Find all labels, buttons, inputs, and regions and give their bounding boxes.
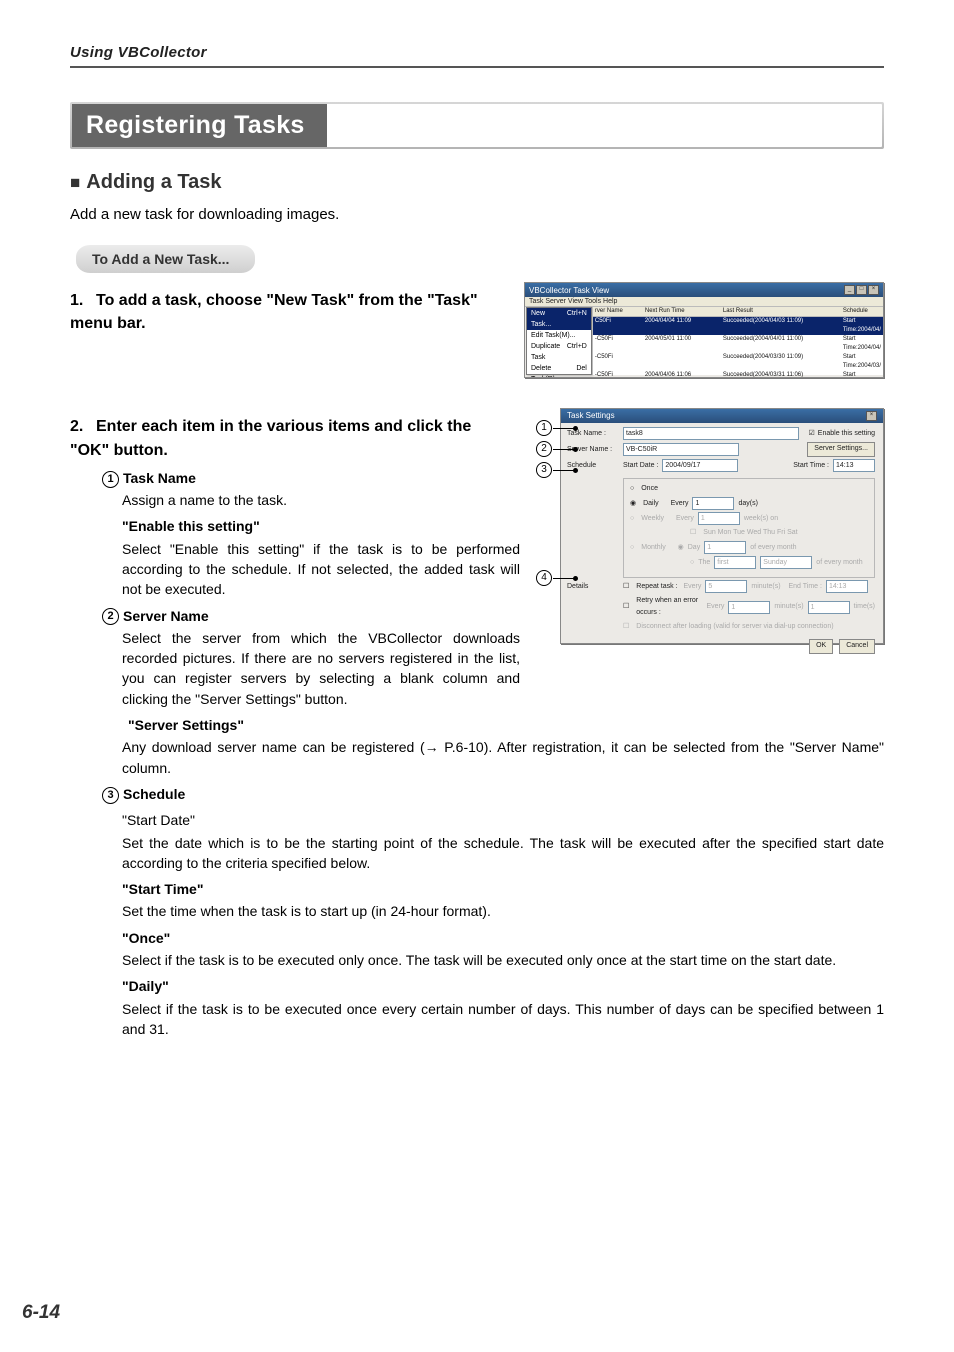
schedule-starttime-para: Set the time when the task is to start u… (122, 901, 884, 921)
menu-item-new-task[interactable]: New Task...Ctrl+N (527, 308, 591, 330)
callout-1-icon: 1 (536, 420, 552, 436)
header-band: Using VBCollector (70, 44, 884, 68)
start-date-label: Start Date : (623, 460, 658, 472)
schedule-daily-para: Select if the task is to be executed onc… (122, 999, 884, 1040)
weekly-radio[interactable]: ○ (630, 513, 634, 525)
close-icon: × (866, 411, 877, 421)
window-title: VBCollector Task View (529, 286, 609, 295)
callout-3-icon: 3 (536, 462, 552, 478)
start-date-input[interactable]: 2004/09/17 (662, 459, 738, 472)
circled-1-icon: 1 (102, 471, 119, 488)
page-number: 6-14 (22, 1302, 60, 1324)
enable-setting-checkbox[interactable]: ☑Enable this setting (809, 428, 875, 440)
task-name-input[interactable]: task8 (623, 427, 799, 440)
step-1-text: 1.To add a task, choose "New Task" from … (70, 289, 500, 335)
server-settings-button[interactable]: Server Settings... (807, 442, 875, 457)
list-row[interactable]: C50Fi2004/04/04 11:09Succeeded(2004/04/0… (593, 317, 883, 335)
schedule-starttime-sub: "Start Time" (122, 879, 884, 899)
callout-4-icon: 4 (536, 570, 552, 586)
minimize-icon: _ (844, 285, 855, 295)
daily-radio[interactable]: ◉ (630, 498, 636, 510)
recurrence-group: ○Once ◉Daily Every 1 day(s) ○Weekly Ever… (623, 478, 875, 578)
item-server-settings-sub: "Server Settings" (128, 715, 884, 735)
window-buttons: _□× (844, 285, 879, 295)
disconnect-checkbox: ☐ (623, 621, 629, 633)
dialog-title: Task Settings (567, 411, 615, 421)
menu-item-duplicate-task[interactable]: Duplicate TaskCtrl+D (527, 341, 591, 363)
task-settings-screenshot: Task Settings × Task Name : task8 ☑Enabl… (560, 408, 884, 644)
schedule-daily-sub: "Daily" (122, 976, 884, 996)
intro-text: Add a new task for downloading images. (70, 204, 884, 225)
callout-markers: 1 2 3 4 (536, 420, 556, 591)
menu-item-edit-task[interactable]: Edit Task(M)... (527, 330, 591, 341)
start-time-label: Start Time : (793, 460, 829, 472)
callout-2-icon: 2 (536, 441, 552, 457)
section-heading-text: Adding a Task (86, 171, 221, 193)
item-enable-para: Select "Enable this setting" if the task… (122, 539, 520, 600)
circled-2-icon: 2 (102, 608, 119, 625)
section-heading: ■ Adding a Task (70, 171, 884, 194)
schedule-once-sub: "Once" (122, 928, 884, 948)
item-server-settings-para: Any download server name can be register… (122, 737, 884, 778)
menu-bar[interactable]: Task Server View Tools Help (525, 297, 883, 307)
task-view-screenshot: VBCollector Task View _□× Task Server Vi… (524, 282, 884, 378)
close-icon: × (868, 285, 879, 295)
list-header: rver NameNext Run TimeLast ResultSchedul… (593, 307, 883, 317)
page-heading: Registering Tasks (72, 104, 327, 147)
details-label: Details (567, 581, 619, 593)
weekly-value-input: 1 (698, 512, 740, 525)
retry-checkbox[interactable]: ☐ (623, 601, 629, 613)
schedule-startdate-sub: "Start Date" (122, 810, 884, 830)
start-time-input[interactable]: 14:13 (833, 459, 875, 472)
item-server-name-para: Select the server from which the VBColle… (122, 628, 520, 709)
daily-value-input[interactable]: 1 (692, 497, 734, 510)
ok-button[interactable]: OK (809, 639, 833, 654)
header-title: Using VBCollector (70, 44, 207, 61)
server-name-select[interactable]: VB-C50iR (623, 443, 739, 456)
sub-heading: To Add a New Task... (76, 245, 255, 273)
monthly-radio[interactable]: ○ (630, 542, 634, 554)
task-list[interactable]: rver NameNext Run TimeLast ResultSchedul… (592, 307, 883, 375)
once-radio[interactable]: ○ (630, 483, 634, 495)
window-titlebar: VBCollector Task View _□× (525, 283, 883, 297)
step-2-text: 2.Enter each item in the various items a… (70, 415, 500, 461)
circled-3-icon: 3 (102, 787, 119, 804)
item-schedule-head: 3Schedule (102, 784, 884, 804)
task-menu-dropdown[interactable]: New Task...Ctrl+N Edit Task(M)... Duplic… (526, 307, 592, 375)
repeat-task-checkbox[interactable]: ☐ (623, 581, 629, 593)
title-bar: Registering Tasks (70, 102, 884, 149)
list-row[interactable]: -C50FiSucceeded(2004/03/30 11:09)Start T… (593, 353, 883, 371)
cancel-button[interactable]: Cancel (839, 639, 875, 654)
list-row[interactable]: -C50Fi2004/04/06 11:06Succeeded(2004/03/… (593, 371, 883, 378)
menu-item-delete-task[interactable]: Delete Task(R)Del (527, 363, 591, 378)
square-bullet-icon: ■ (70, 173, 80, 193)
schedule-startdate-para: Set the date which is to be the starting… (122, 833, 884, 874)
schedule-once-para: Select if the task is to be executed onl… (122, 950, 884, 970)
page: Using VBCollector Registering Tasks ■ Add… (0, 0, 954, 1352)
dialog-titlebar: Task Settings × (561, 409, 883, 423)
list-row[interactable]: -C50Fi2004/05/01 11:00Succeeded(2004/04/… (593, 335, 883, 353)
dialog-close-buttons: × (866, 411, 877, 421)
maximize-icon: □ (856, 285, 867, 295)
